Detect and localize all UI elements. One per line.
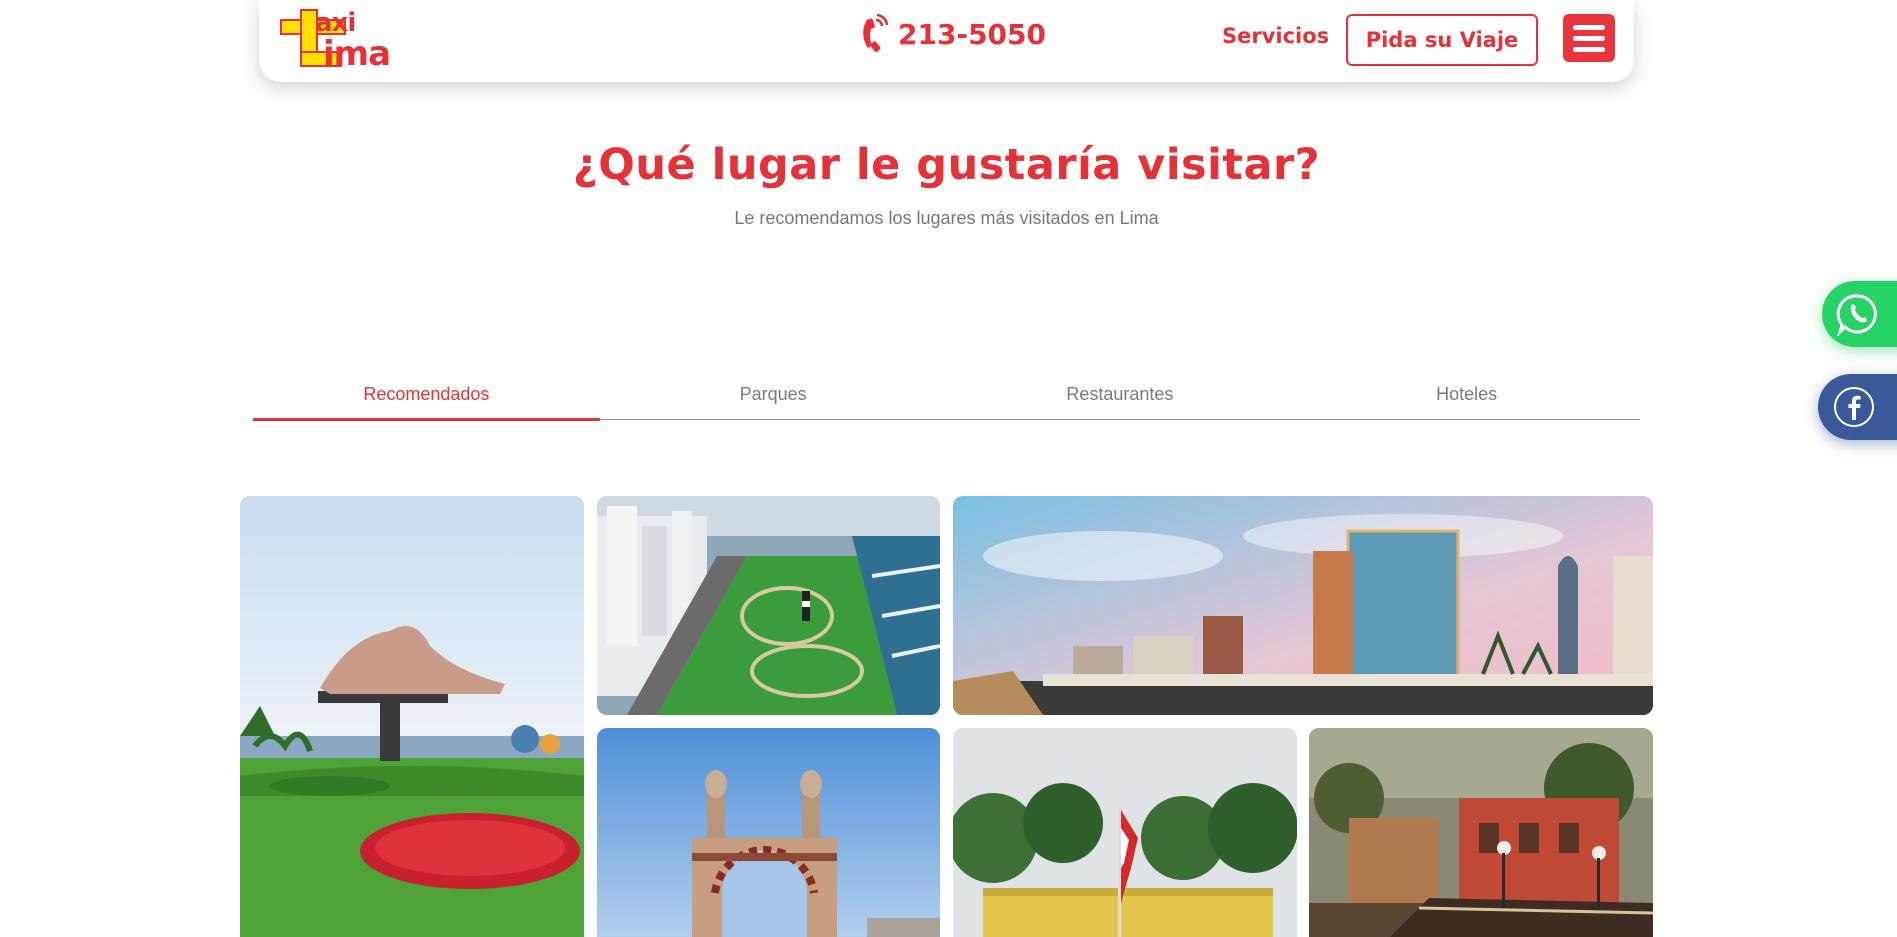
photo-illustration <box>597 496 940 715</box>
facebook-icon <box>1834 387 1874 427</box>
menu-bar <box>1573 35 1605 41</box>
plaza-flag-photo[interactable] <box>953 728 1297 937</box>
parque-del-amor-photo[interactable] <box>240 496 584 937</box>
tab-restaurantes[interactable]: Restaurantes <box>947 372 1294 419</box>
miraflores-skyline-photo[interactable] <box>953 496 1653 715</box>
photo-illustration <box>953 496 1653 715</box>
whatsapp-icon <box>1836 294 1877 336</box>
miraflores-aerial-park-photo[interactable] <box>597 496 940 715</box>
photo-illustration <box>240 496 584 937</box>
tab-parques[interactable]: Parques <box>600 372 947 419</box>
tab-hoteles[interactable]: Hoteles <box>1293 372 1640 419</box>
photo-illustration <box>1309 728 1653 937</box>
menu-bar <box>1573 46 1605 52</box>
phone-number[interactable]: 213-5050 <box>898 18 1046 51</box>
phone-contact[interactable]: 213-5050 <box>860 14 1046 54</box>
photo-illustration <box>597 728 940 937</box>
section-subtitle: Le recomendamos los lugares más visitado… <box>734 208 1159 228</box>
pida-su-viaje-button[interactable]: Pida su Viaje <box>1346 14 1538 66</box>
tab-recomendados[interactable]: Recomendados <box>253 372 600 421</box>
section-title: ¿Qué lugar le gustaría visitar? <box>572 140 1321 190</box>
phone-icon <box>863 14 888 52</box>
logo-text-bottom: ima <box>323 34 391 74</box>
barranco-bridge-photo[interactable] <box>1309 728 1653 937</box>
menu-bar <box>1573 24 1605 30</box>
photo-illustration <box>953 728 1297 937</box>
category-tabs: Recomendados Parques Restaurantes Hotele… <box>253 372 1640 421</box>
hamburger-menu-icon[interactable] <box>1563 14 1615 62</box>
facebook-float-button[interactable] <box>1818 374 1897 440</box>
taxi-lima-logo[interactable]: axi ima <box>277 8 417 74</box>
nav-servicios[interactable]: Servicios <box>1222 24 1329 48</box>
church-arch-photo[interactable] <box>597 728 940 937</box>
site-header: axi ima 213-5050 Servicios Pida su Viaje <box>259 0 1634 82</box>
whatsapp-float-button[interactable] <box>1822 281 1897 347</box>
